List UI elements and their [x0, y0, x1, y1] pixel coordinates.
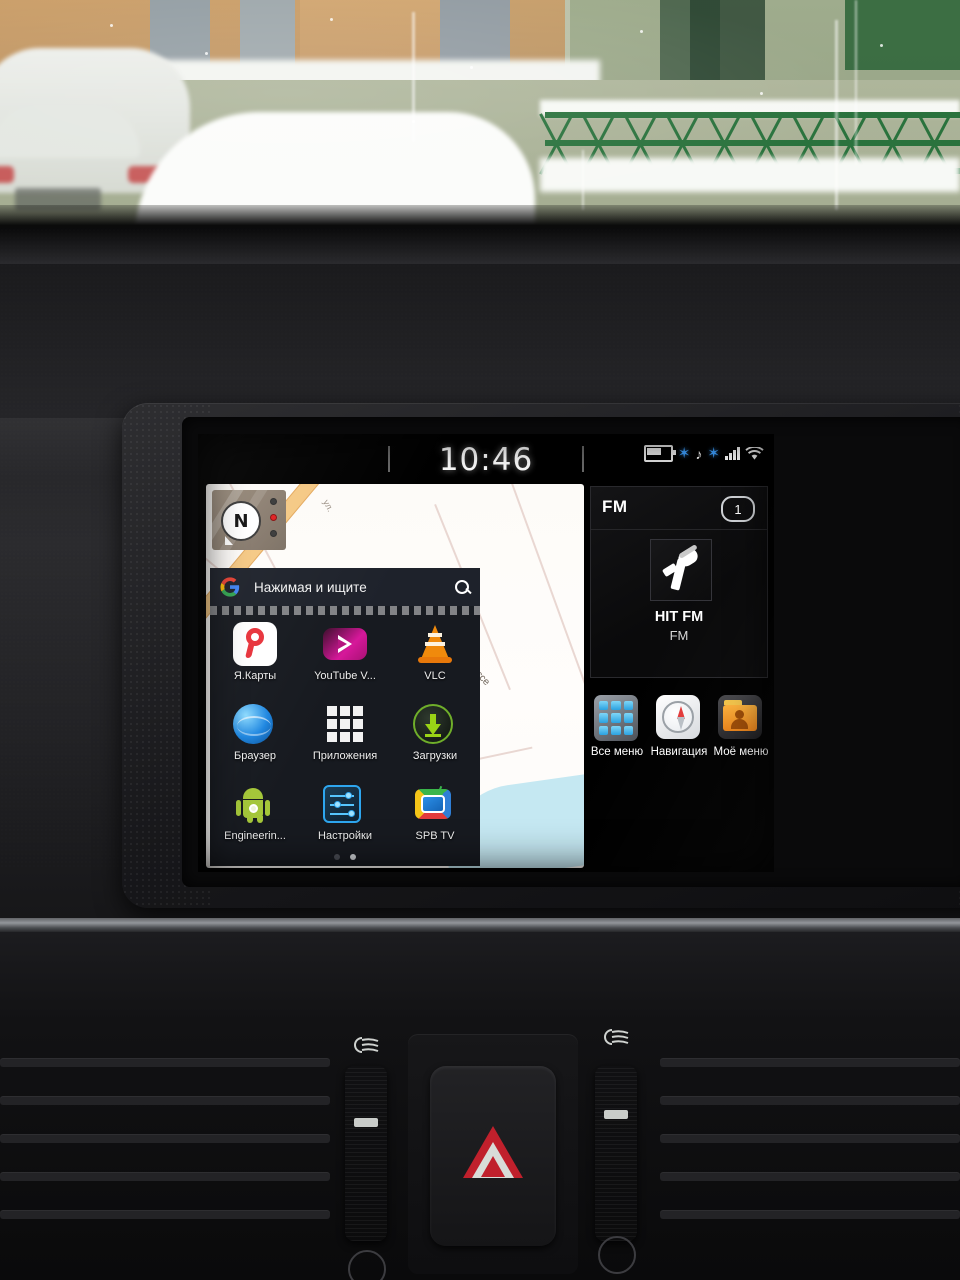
shortcut-row[interactable]: Все меню Навигация Моё меню	[586, 690, 772, 782]
browser-globe-icon	[233, 702, 277, 746]
youtube-vanced-icon	[323, 622, 367, 666]
app-label: Engineerin...	[224, 830, 286, 842]
air-flow-wheel-right[interactable]	[595, 1066, 637, 1241]
radio-station-name: HIT FM	[654, 609, 704, 625]
radio-card[interactable]: FM 1 HIT FM FM	[590, 486, 768, 678]
page-dot-1[interactable]	[334, 854, 340, 860]
downloads-icon	[413, 702, 457, 746]
status-bar: 10:46 ✶ ♪ ✶	[198, 434, 774, 480]
radio-preset-badge[interactable]: 1	[721, 496, 755, 522]
status-icons: ✶ ♪ ✶	[643, 445, 764, 462]
dash-chrome-trim	[0, 918, 960, 932]
app-label: Загрузки	[412, 750, 458, 762]
hazard-triangle-icon	[481, 1156, 505, 1177]
shortcut-label: Моё меню	[713, 746, 769, 758]
app-label: YouTube V...	[314, 670, 376, 682]
radio-artwork	[650, 539, 712, 601]
dash-lower-panel	[0, 932, 960, 1022]
app-vlc[interactable]: VLC	[390, 618, 480, 698]
page-indicator[interactable]	[210, 854, 480, 860]
air-flow-icon-left	[354, 1037, 379, 1053]
google-search-bar[interactable]: Нажимая и ищите	[210, 568, 480, 606]
app-spb-tv[interactable]: SPB TV	[390, 778, 480, 858]
app-browser[interactable]: Браузер	[210, 698, 300, 778]
drawer-edge-strip	[210, 606, 480, 615]
radio-station-band: FM	[669, 628, 689, 643]
my-menu-folder-icon	[718, 695, 764, 741]
search-input[interactable]: Нажимая и ищите	[254, 580, 454, 595]
app-engineering-mode[interactable]: Engineerin...	[210, 778, 300, 858]
shortcut-all-menu[interactable]: Все меню	[586, 690, 648, 782]
vlc-cone-icon	[413, 622, 457, 666]
bluetooth-audio-icon: ✶	[677, 445, 691, 462]
shortcut-navigation[interactable]: Навигация	[648, 690, 710, 782]
page-dot-2[interactable]	[350, 854, 356, 860]
all-menu-grid-icon	[594, 695, 640, 741]
shortcut-label: Все меню	[590, 746, 644, 758]
shortcut-my-menu[interactable]: Моё меню	[710, 690, 772, 782]
shortcut-label: Навигация	[650, 746, 708, 758]
app-label: Я.Карты	[233, 670, 277, 682]
app-youtube-vanced[interactable]: YouTube V...	[300, 618, 390, 698]
app-label: Приложения	[312, 750, 378, 762]
wifi-icon	[745, 446, 764, 460]
bluetooth-phone-signal-icon: ✶	[707, 445, 720, 462]
map-minor-label: ул.	[321, 498, 336, 514]
app-grid[interactable]: Я.Карты YouTube V... VLC Браузер Приложе…	[210, 618, 480, 858]
north-indicator: N	[221, 501, 261, 545]
head-unit-screen[interactable]: 10:46 ✶ ♪ ✶ ул. N Нажимая и ищите Я.Карт…	[198, 434, 774, 872]
app-drawer[interactable]: Я.Карты YouTube V... VLC Браузер Приложе…	[210, 606, 480, 866]
apps-grid-icon	[323, 702, 367, 746]
battery-icon	[643, 445, 676, 462]
yandex-maps-icon	[233, 622, 277, 666]
radio-band-label: FM	[602, 497, 628, 516]
app-settings[interactable]: Настройки	[300, 778, 390, 858]
navigation-compass-icon	[656, 695, 702, 741]
search-icon[interactable]	[454, 579, 471, 596]
vent-knob-left[interactable]	[348, 1250, 386, 1280]
app-label: Браузер	[234, 750, 276, 762]
home-panel[interactable]: ское шоссе ул. N	[202, 482, 584, 870]
app-label: SPB TV	[415, 830, 455, 842]
screenshot-root: 10:46 ✶ ♪ ✶ ул. N Нажимая и ищите Я.Карт…	[0, 0, 960, 1280]
music-note-icon: ♪	[695, 445, 703, 462]
microphone-icon	[661, 544, 701, 592]
signal-bars-icon	[725, 447, 740, 460]
air-flow-icon-right	[604, 1029, 629, 1045]
air-flow-wheel-left[interactable]	[345, 1066, 387, 1241]
settings-sliders-icon	[323, 782, 367, 826]
map-compass-widget[interactable]: N	[212, 490, 286, 550]
windshield-view	[0, 0, 960, 232]
app-downloads[interactable]: Загрузки	[390, 698, 480, 778]
android-robot-icon	[233, 782, 277, 826]
app-label: Настройки	[318, 830, 372, 842]
app-yandex-maps[interactable]: Я.Карты	[210, 618, 300, 698]
spb-tv-icon	[413, 782, 457, 826]
vent-knob-right[interactable]	[598, 1236, 636, 1274]
google-g-logo	[220, 577, 240, 597]
app-label: VLC	[424, 670, 446, 682]
app-applications[interactable]: Приложения	[300, 698, 390, 778]
